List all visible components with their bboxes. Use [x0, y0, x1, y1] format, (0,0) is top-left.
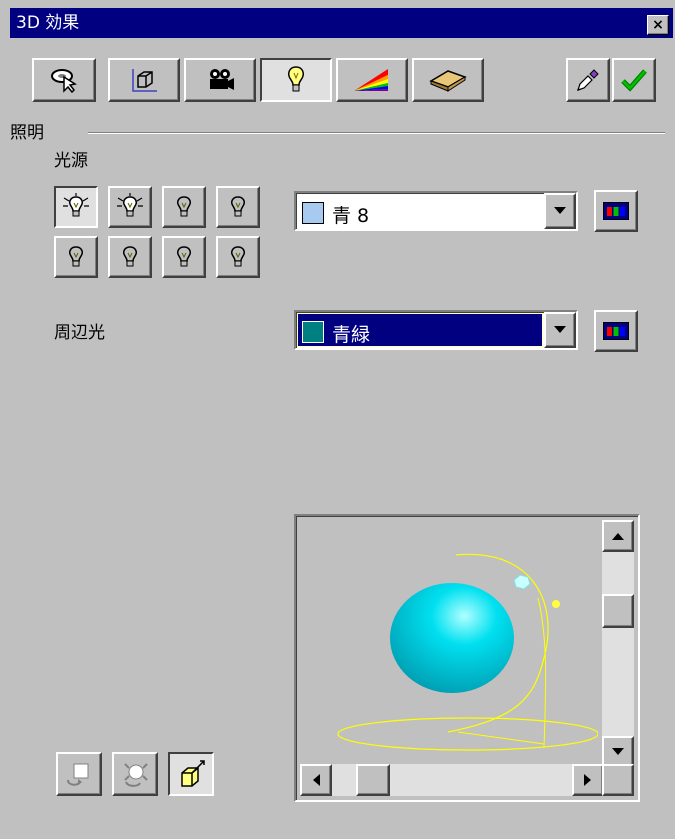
chevron-down-icon — [554, 326, 566, 333]
horizontal-scroll-thumb[interactable] — [356, 764, 390, 796]
scroll-corner — [602, 764, 634, 796]
rotate-object-button[interactable] — [112, 752, 158, 796]
tab-camera[interactable] — [184, 58, 256, 102]
close-button[interactable]: × — [647, 15, 669, 35]
preview-horizontal-scrollbar[interactable] — [300, 764, 604, 796]
light-source-dropdown-button[interactable] — [544, 193, 576, 229]
textures-icon — [354, 69, 388, 91]
lightbulb-icon — [288, 66, 304, 92]
checkmark-icon — [621, 69, 647, 92]
ambient-swatch — [302, 321, 324, 343]
apply-button[interactable] — [612, 58, 656, 102]
light-source-label: 光源 — [54, 151, 88, 171]
arrow-down-icon — [612, 748, 624, 755]
color-dialog-icon — [603, 202, 629, 220]
eyedropper-button[interactable] — [566, 58, 610, 102]
light-source-8-button[interactable] — [216, 236, 260, 278]
lightbulb-icon — [177, 246, 191, 267]
chevron-down-icon — [554, 207, 566, 214]
ambient-color-dialog-button[interactable] — [594, 310, 638, 352]
light-source-6-button[interactable] — [108, 236, 152, 278]
rotate-object-icon — [124, 763, 148, 787]
tab-illumination[interactable] — [260, 58, 332, 102]
scroll-right-button[interactable] — [572, 764, 604, 796]
light-source-swatch — [302, 202, 324, 224]
preview-vertical-scrollbar[interactable] — [602, 520, 634, 768]
light-orbit-ray — [457, 731, 545, 745]
eyedropper-icon — [577, 69, 599, 91]
light-cube-icon — [513, 574, 531, 590]
close-icon: × — [652, 17, 664, 33]
rotate-light-button[interactable] — [56, 752, 102, 796]
window-title: 3D 効果 — [16, 13, 80, 33]
lightbulb-icon — [231, 196, 245, 217]
lightbulb-icon — [177, 196, 191, 217]
light-source-5-button[interactable] — [54, 236, 98, 278]
lightbulb-icon — [63, 193, 89, 217]
light-source-1-button[interactable] — [54, 186, 98, 228]
rotate-shape-icon — [67, 763, 89, 786]
ambient-color-value: 青緑 — [332, 324, 371, 346]
lit-sphere — [390, 583, 514, 693]
light-source-color-value: 青 8 — [332, 205, 370, 227]
cube-light-icon — [181, 760, 205, 787]
preview-scene — [337, 553, 598, 751]
ambient-dropdown-button[interactable] — [544, 312, 576, 348]
tab-textures[interactable] — [336, 58, 408, 102]
lightbulb-icon — [69, 246, 83, 267]
tab-material[interactable] — [412, 58, 484, 102]
light-source-7-button[interactable] — [162, 236, 206, 278]
ambient-light-label: 周辺光 — [54, 323, 105, 343]
section-title: 照明 — [10, 123, 44, 143]
material-icon — [429, 70, 467, 92]
light-source-3-button[interactable] — [162, 186, 206, 228]
arrow-right-icon — [584, 774, 591, 786]
lightbulb-icon — [231, 246, 245, 267]
lightbulb-icon — [123, 246, 137, 267]
color-dialog-icon — [603, 322, 629, 340]
light-source-2-button[interactable] — [108, 186, 152, 228]
light-point-icon — [552, 600, 560, 608]
arrow-up-icon — [612, 533, 624, 540]
light-source-color-select[interactable]: 青 8 — [294, 191, 578, 231]
camera-icon — [210, 69, 234, 90]
arrow-left-icon — [313, 774, 320, 786]
light-direction-button[interactable] — [168, 752, 214, 796]
light-source-4-button[interactable] — [216, 186, 260, 228]
lightbulb-icon — [117, 193, 143, 217]
vertical-scroll-thumb[interactable] — [602, 594, 634, 628]
tab-shading[interactable] — [108, 58, 180, 102]
title-bar: 3D 効果 × — [10, 8, 673, 38]
shading-icon — [132, 69, 157, 92]
scroll-up-button[interactable] — [602, 520, 634, 552]
tab-geometry[interactable] — [32, 58, 96, 102]
3d-effects-window: 3D 効果 × 照明 光源 青 8 周辺光 青緑 — [0, 0, 675, 839]
lighting-preview[interactable] — [294, 514, 640, 802]
geometry-icon — [51, 69, 77, 93]
light-source-color-dialog-button[interactable] — [594, 190, 638, 232]
section-divider — [88, 132, 665, 134]
ambient-color-select[interactable]: 青緑 — [294, 310, 578, 350]
light-orbit-ellipse — [337, 717, 598, 751]
scroll-left-button[interactable] — [300, 764, 332, 796]
